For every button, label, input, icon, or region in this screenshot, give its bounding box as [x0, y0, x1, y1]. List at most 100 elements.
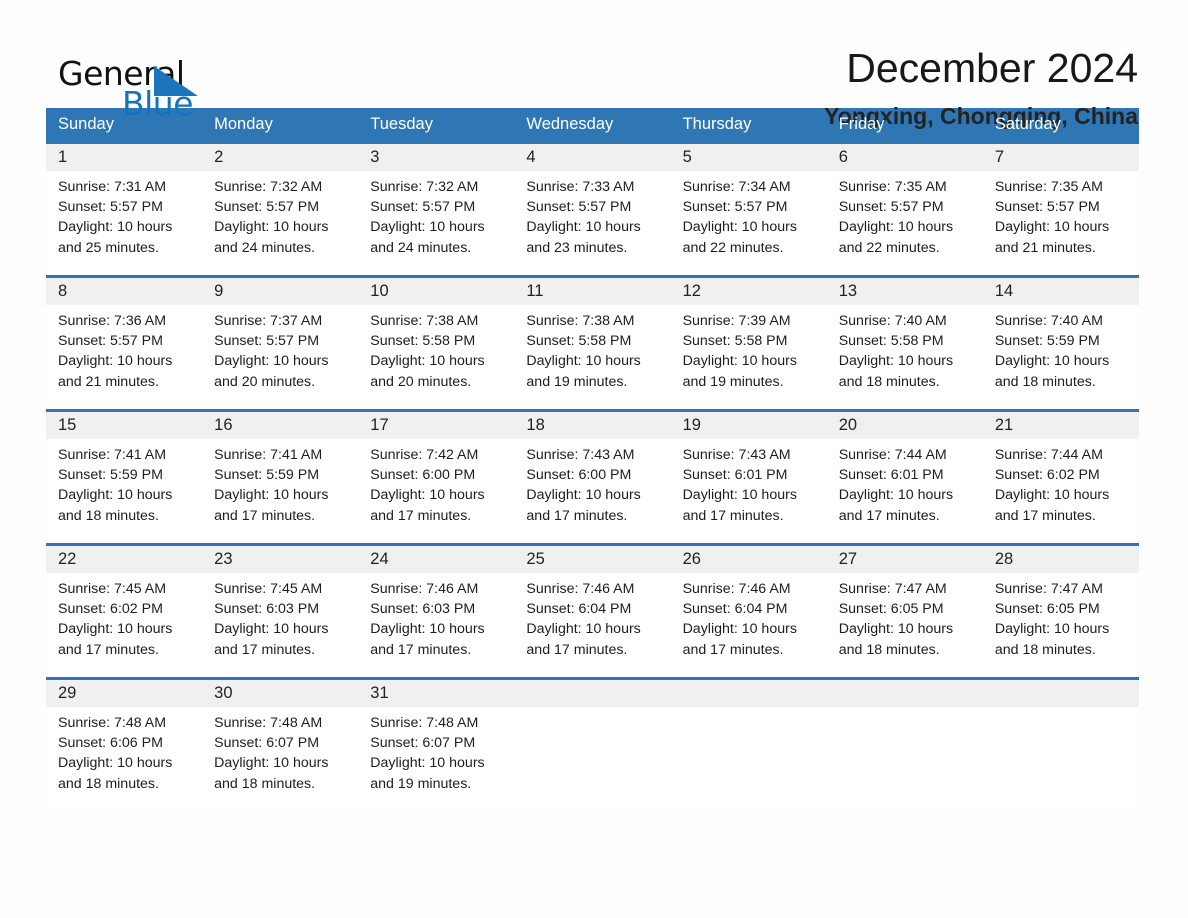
- calendar-week-row: 22 Sunrise: 7:45 AM Sunset: 6:02 PM Dayligh…: [46, 543, 1139, 677]
- day-cell[interactable]: 5 Sunrise: 7:34 AM Sunset: 5:57 PM Daylight…: [670, 144, 827, 275]
- day-cell[interactable]: 23 Sunrise: 7:45 AM Sunset: 6:03 PM Dayligh…: [202, 546, 359, 677]
- day-number: 17: [370, 416, 389, 434]
- day-detail-line: Sunset: 5:59 PM: [58, 467, 163, 484]
- day-detail-line: Sunrise: 7:41 AM: [214, 447, 323, 463]
- day-detail-line: Daylight: 10 hours: [526, 353, 641, 370]
- day-number: 11: [526, 282, 544, 300]
- day-details: Sunrise: 7:47 AM Sunset: 6:05 PM Daylight:…: [827, 573, 983, 660]
- day-cell[interactable]: 14 Sunrise: 7:40 AM Sunset: 5:59 PM Dayligh…: [982, 278, 1139, 409]
- day-number: 29: [58, 684, 77, 702]
- day-detail-line: Daylight: 10 hours: [526, 621, 641, 638]
- day-detail-line: Sunrise: 7:37 AM: [214, 313, 323, 329]
- day-detail-line: Daylight: 10 hours: [214, 755, 329, 772]
- day-detail-line: and 18 minutes.: [838, 641, 940, 658]
- day-cell[interactable]: 27 Sunrise: 7:47 AM Sunset: 6:05 PM Dayligh…: [826, 546, 983, 677]
- day-detail-line: Sunrise: 7:32 AM: [370, 179, 479, 195]
- day-cell[interactable]: 28 Sunrise: 7:47 AM Sunset: 6:05 PM Dayligh…: [982, 546, 1139, 677]
- week-cells: 29 Sunrise: 7:48 AM Sunset: 6:06 PM Dayligh…: [46, 680, 1139, 811]
- day-details: Sunrise: 7:41 AM Sunset: 5:59 PM Daylight:…: [202, 439, 358, 526]
- day-cell[interactable]: 26 Sunrise: 7:46 AM Sunset: 6:04 PM Dayligh…: [670, 546, 827, 677]
- day-details: Sunrise: 7:40 AM Sunset: 5:59 PM Daylight:…: [983, 305, 1139, 392]
- day-detail-line: Daylight: 10 hours: [682, 621, 797, 638]
- day-number-strip: 22: [46, 546, 203, 573]
- day-cell[interactable]: 12 Sunrise: 7:39 AM Sunset: 5:58 PM Dayligh…: [670, 278, 827, 409]
- day-cell[interactable]: 25 Sunrise: 7:46 AM Sunset: 6:04 PM Dayligh…: [514, 546, 671, 677]
- day-detail-line: Sunrise: 7:35 AM: [994, 179, 1103, 195]
- day-detail-line: Sunset: 5:58 PM: [370, 333, 476, 350]
- general-blue-logo[interactable]: General Blue: [46, 46, 246, 123]
- day-cell[interactable]: 1 Sunrise: 7:31 AM Sunset: 5:57 PM Daylight…: [46, 144, 203, 275]
- day-cell[interactable]: 10 Sunrise: 7:38 AM Sunset: 5:58 PM Dayligh…: [358, 278, 515, 409]
- day-cell[interactable]: 2 Sunrise: 7:32 AM Sunset: 5:57 PM Daylight…: [202, 144, 359, 275]
- day-cell[interactable]: 4 Sunrise: 7:33 AM Sunset: 5:57 PM Daylight…: [514, 144, 671, 275]
- day-cell[interactable]: 29 Sunrise: 7:48 AM Sunset: 6:06 PM Dayligh…: [46, 680, 203, 811]
- day-cell[interactable]: 13 Sunrise: 7:40 AM Sunset: 5:58 PM Dayligh…: [826, 278, 983, 409]
- day-cell[interactable]: 6 Sunrise: 7:35 AM Sunset: 5:57 PM Daylight…: [826, 144, 983, 275]
- day-detail-line: Daylight: 10 hours: [370, 621, 485, 638]
- day-detail-line: Sunrise: 7:43 AM: [682, 447, 791, 463]
- day-number: 5: [682, 148, 692, 166]
- day-detail-line: Daylight: 10 hours: [58, 755, 173, 772]
- day-detail-line: and 22 minutes.: [682, 239, 784, 256]
- day-detail-line: Daylight: 10 hours: [58, 219, 173, 236]
- day-number-strip: [826, 680, 983, 707]
- day-number-strip: 28: [982, 546, 1139, 573]
- day-number-strip: 21: [982, 412, 1139, 439]
- day-detail-line: Sunrise: 7:43 AM: [526, 447, 635, 463]
- day-number-strip: 17: [358, 412, 515, 439]
- day-cell[interactable]: 18 Sunrise: 7:43 AM Sunset: 6:00 PM Dayligh…: [514, 412, 671, 543]
- day-cell[interactable]: 7 Sunrise: 7:35 AM Sunset: 5:57 PM Daylight…: [982, 144, 1139, 275]
- day-details: Sunrise: 7:38 AM Sunset: 5:58 PM Daylight:…: [514, 305, 670, 392]
- day-number: 9: [214, 282, 224, 300]
- day-number-strip: 29: [46, 680, 203, 707]
- day-number-strip: 6: [826, 144, 983, 171]
- day-details: Sunrise: 7:31 AM Sunset: 5:57 PM Daylight:…: [46, 171, 202, 258]
- day-detail-line: and 17 minutes.: [214, 507, 316, 524]
- day-detail-line: Sunset: 6:07 PM: [214, 735, 320, 752]
- day-cell[interactable]: 31 Sunrise: 7:48 AM Sunset: 6:07 PM Dayligh…: [358, 680, 515, 811]
- day-detail-line: and 22 minutes.: [838, 239, 940, 256]
- day-details: Sunrise: 7:45 AM Sunset: 6:02 PM Daylight:…: [46, 573, 202, 660]
- calendar-week-row: 29 Sunrise: 7:48 AM Sunset: 6:06 PM Dayligh…: [46, 677, 1139, 811]
- day-cell[interactable]: 9 Sunrise: 7:37 AM Sunset: 5:57 PM Daylight…: [202, 278, 359, 409]
- week-cells: 1 Sunrise: 7:31 AM Sunset: 5:57 PM Daylight…: [46, 144, 1139, 275]
- day-detail-line: Daylight: 10 hours: [994, 621, 1110, 638]
- day-detail-line: Sunrise: 7:36 AM: [58, 313, 167, 329]
- day-details: Sunrise: 7:46 AM Sunset: 6:04 PM Daylight:…: [514, 573, 670, 660]
- day-detail-line: Sunset: 6:04 PM: [682, 601, 788, 618]
- day-detail-line: Sunset: 5:57 PM: [682, 199, 788, 216]
- day-detail-line: Sunrise: 7:41 AM: [58, 447, 167, 463]
- day-cell[interactable]: 17 Sunrise: 7:42 AM Sunset: 6:00 PM Dayligh…: [358, 412, 515, 543]
- day-cell[interactable]: 19 Sunrise: 7:43 AM Sunset: 6:01 PM Dayligh…: [670, 412, 827, 543]
- day-cell[interactable]: 22 Sunrise: 7:45 AM Sunset: 6:02 PM Dayligh…: [46, 546, 203, 677]
- day-detail-line: and 19 minutes.: [526, 373, 628, 390]
- day-number: 20: [838, 416, 858, 434]
- day-number: 14: [994, 282, 1014, 300]
- day-details: Sunrise: 7:46 AM Sunset: 6:04 PM Daylight:…: [671, 573, 827, 660]
- day-cell[interactable]: 3 Sunrise: 7:32 AM Sunset: 5:57 PM Daylight…: [358, 144, 515, 275]
- day-number: 22: [58, 550, 77, 568]
- day-detail-line: and 17 minutes.: [526, 507, 628, 524]
- day-number: 15: [58, 416, 77, 434]
- day-detail-line: Sunset: 6:00 PM: [526, 467, 632, 484]
- day-number-strip: 24: [358, 546, 515, 573]
- day-cell[interactable]: 15 Sunrise: 7:41 AM Sunset: 5:59 PM Dayligh…: [46, 412, 203, 543]
- day-detail-line: Sunset: 5:57 PM: [838, 199, 944, 216]
- weekday-header-thursday: Thursday: [682, 115, 752, 133]
- day-details: Sunrise: 7:32 AM Sunset: 5:57 PM Daylight:…: [202, 171, 358, 258]
- day-number-strip: 30: [202, 680, 359, 707]
- day-cell[interactable]: 20 Sunrise: 7:44 AM Sunset: 6:01 PM Dayligh…: [826, 412, 983, 543]
- day-cell[interactable]: 11 Sunrise: 7:38 AM Sunset: 5:58 PM Dayligh…: [514, 278, 671, 409]
- day-number-strip: 26: [670, 546, 827, 573]
- day-number: 21: [994, 416, 1014, 434]
- day-cell[interactable]: 24 Sunrise: 7:46 AM Sunset: 6:03 PM Dayligh…: [358, 546, 515, 677]
- day-cell[interactable]: 21 Sunrise: 7:44 AM Sunset: 6:02 PM Dayligh…: [982, 412, 1139, 543]
- day-cell[interactable]: 16 Sunrise: 7:41 AM Sunset: 5:59 PM Dayligh…: [202, 412, 359, 543]
- day-number: 13: [838, 282, 858, 300]
- day-cell[interactable]: 8 Sunrise: 7:36 AM Sunset: 5:57 PM Daylight…: [46, 278, 203, 409]
- day-cell[interactable]: 30 Sunrise: 7:48 AM Sunset: 6:07 PM Dayligh…: [202, 680, 359, 811]
- day-detail-line: Sunrise: 7:34 AM: [682, 179, 791, 195]
- day-number: 12: [682, 282, 701, 300]
- day-detail-line: and 18 minutes.: [838, 373, 940, 390]
- day-detail-line: Sunset: 6:07 PM: [370, 735, 476, 752]
